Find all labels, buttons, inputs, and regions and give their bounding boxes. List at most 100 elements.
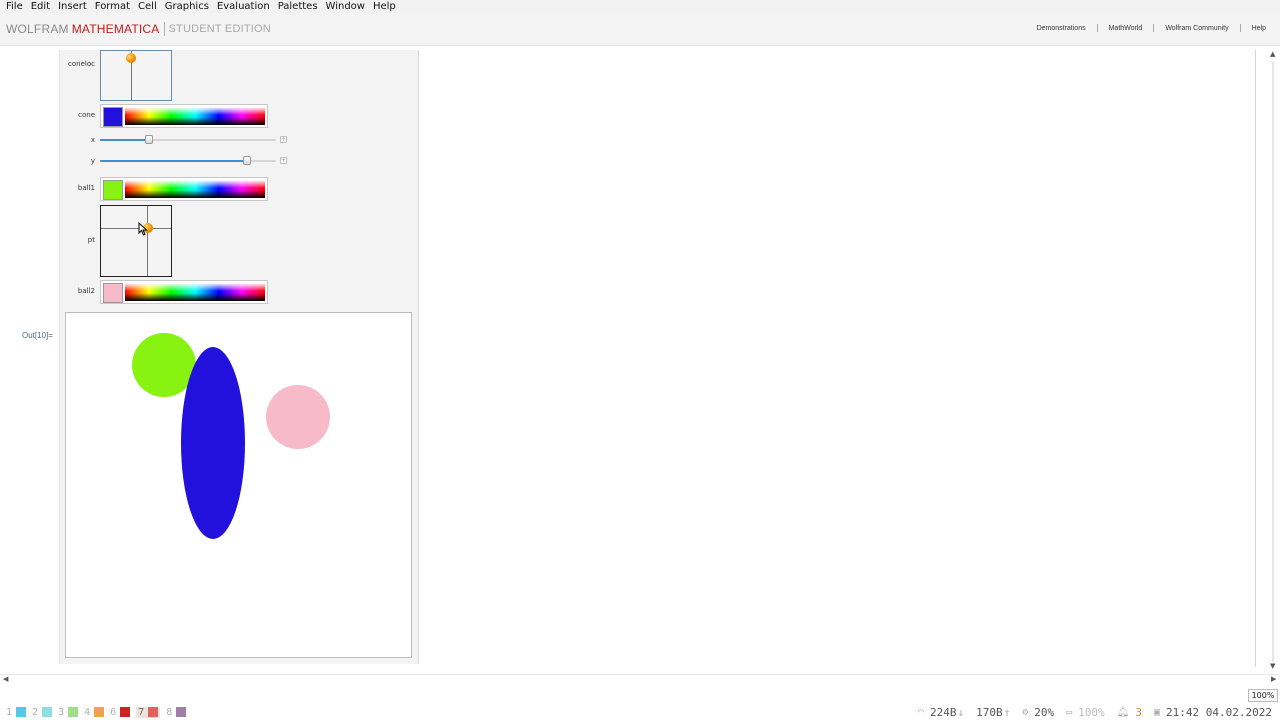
workspace-number: 1 (6, 706, 13, 718)
menu-cell[interactable]: Cell (138, 0, 157, 13)
brand-edition: STUDENT EDITION (168, 23, 271, 35)
scroll-up-icon[interactable]: ▲ (1270, 50, 1275, 58)
coneloc-locator-knob[interactable] (126, 53, 136, 63)
y-slider-thumb[interactable] (243, 156, 251, 165)
workspace-8[interactable]: 8 (166, 706, 187, 718)
menu-file[interactable]: File (6, 0, 23, 13)
workspace-3[interactable]: 3 (58, 706, 79, 718)
net-up-indicator: 170B ↑ (976, 706, 1010, 719)
x-slider-thumb[interactable] (145, 135, 153, 144)
menu-window[interactable]: Window (326, 0, 365, 13)
x-slider[interactable] (100, 135, 276, 144)
cone-color-swatch[interactable] (103, 107, 123, 127)
notification-indicator[interactable]: 🔔︎ 3 (1117, 706, 1142, 719)
workspace-number: 2 (32, 706, 39, 718)
notebook-area[interactable]: coneloc cone x + y + ball1 pt ball2 Out[… (0, 47, 1280, 670)
workspace-switcher: 1 2 3 4 6 7 8 (0, 706, 187, 718)
ball1-label: ball1 (77, 184, 95, 192)
menu-help[interactable]: Help (373, 0, 396, 13)
battery-value: 100% (1078, 705, 1105, 719)
menu-palettes[interactable]: Palettes (278, 0, 318, 13)
workspace-1[interactable]: 1 (6, 706, 27, 718)
clock: ▣ 21:42 04.02.2022 (1154, 706, 1272, 719)
graphics-output[interactable] (65, 312, 412, 658)
x-label: x (90, 136, 95, 144)
menu-format[interactable]: Format (95, 0, 130, 13)
menu-evaluation[interactable]: Evaluation (217, 0, 270, 13)
y-expand-button[interactable]: + (280, 157, 287, 164)
brand-mathematica: MATHEMATICA (71, 22, 160, 36)
workspace-number: 7 (138, 706, 145, 718)
link-help[interactable]: Help (1252, 25, 1266, 32)
scroll-right-icon[interactable]: ▶ (1271, 675, 1276, 683)
ball1-color-swatch[interactable] (103, 180, 123, 200)
workspace-color-icon (42, 707, 53, 717)
workspace-number: 8 (166, 706, 173, 718)
ball2-disk (266, 385, 330, 449)
coneloc-locator-pad[interactable] (100, 50, 172, 101)
x-slider-fill (100, 139, 149, 141)
vertical-scrollbar[interactable]: ▲ ▼ (1268, 50, 1280, 670)
notification-count: 3 (1135, 705, 1142, 719)
pt-crosshair-h (101, 228, 171, 229)
coneloc-label: coneloc (68, 60, 95, 68)
net-down: 224B (929, 705, 957, 719)
ball1-disk (132, 333, 196, 397)
cpu-indicator: ⚙ 20% (1022, 706, 1054, 719)
workspace-color-icon (94, 707, 105, 717)
cpu-icon: ⚙ (1022, 706, 1029, 718)
workspace-4[interactable]: 4 (84, 706, 105, 718)
menu-edit[interactable]: Edit (31, 0, 50, 13)
vertical-scroll-track[interactable] (1272, 62, 1274, 662)
workspace-color-icon (16, 707, 27, 717)
ball2-color-picker[interactable] (100, 280, 268, 304)
network-indicator: ◠ 224B ↓ (918, 706, 964, 719)
workspace-color-icon (148, 707, 159, 717)
wolfram-toolbar: WOLFRAM MATHEMATICA STUDENT EDITION Demo… (0, 13, 1280, 46)
cell-bracket[interactable] (1254, 50, 1256, 667)
link-demonstrations[interactable]: Demonstrations (1037, 25, 1086, 32)
brand-wolfram: WOLFRAM (6, 22, 69, 36)
workspace-color-icon (68, 707, 79, 717)
link-mathworld[interactable]: MathWorld (1109, 25, 1143, 32)
battery-icon: ▭ (1066, 706, 1073, 718)
datetime: 21:42 04.02.2022 (1166, 705, 1272, 719)
wifi-icon: ◠ (917, 706, 924, 718)
cpu-value: 20% (1034, 705, 1055, 719)
battery-indicator: ▭ 100% (1066, 706, 1105, 719)
workspace-6[interactable]: 6 (110, 706, 131, 718)
pt-locator-pad[interactable] (100, 205, 172, 277)
workspace-number: 4 (84, 706, 91, 718)
cone-label: cone (78, 111, 95, 119)
y-label: y (90, 157, 95, 165)
ball1-color-picker[interactable] (100, 177, 268, 201)
ball2-label: ball2 (77, 287, 95, 295)
link-divider (1239, 24, 1241, 32)
ball2-color-swatch[interactable] (103, 283, 123, 303)
workspace-number: 6 (110, 706, 117, 718)
workspace-2[interactable]: 2 (32, 706, 53, 718)
scroll-left-icon[interactable]: ◀ (3, 675, 8, 683)
system-tray: ◠ 224B ↓ 170B ↑ ⚙ 20% ▭ 100% 🔔︎ 3 ▣ 21:4… (906, 704, 1272, 720)
menu-graphics[interactable]: Graphics (165, 0, 209, 13)
ball2-color-spectrum[interactable] (125, 283, 265, 301)
cone-color-spectrum[interactable] (125, 107, 265, 125)
menu-insert[interactable]: Insert (58, 0, 87, 13)
link-wolfram-community[interactable]: Wolfram Community (1165, 25, 1228, 32)
workspace-number: 3 (58, 706, 65, 718)
horizontal-scrollbar[interactable]: ◀ ▶ (0, 674, 1280, 688)
output-label: Out[10]= (22, 331, 53, 340)
bell-icon: 🔔︎ (1116, 706, 1130, 718)
pt-crosshair-v (147, 206, 148, 276)
cone-color-picker[interactable] (100, 104, 268, 128)
menu-bar: File Edit Insert Format Cell Graphics Ev… (0, 0, 1280, 13)
zoom-level-menu[interactable]: 100% (1248, 689, 1278, 702)
up-arrow-icon: ↑ (1003, 705, 1011, 719)
y-slider[interactable] (100, 156, 276, 165)
workspace-7[interactable]: 7 (136, 706, 161, 718)
x-expand-button[interactable]: + (280, 136, 287, 143)
calendar-icon: ▣ (1154, 706, 1161, 718)
brand-logo: WOLFRAM MATHEMATICA STUDENT EDITION (6, 22, 271, 36)
scroll-down-icon[interactable]: ▼ (1270, 662, 1275, 670)
ball1-color-spectrum[interactable] (125, 180, 265, 198)
